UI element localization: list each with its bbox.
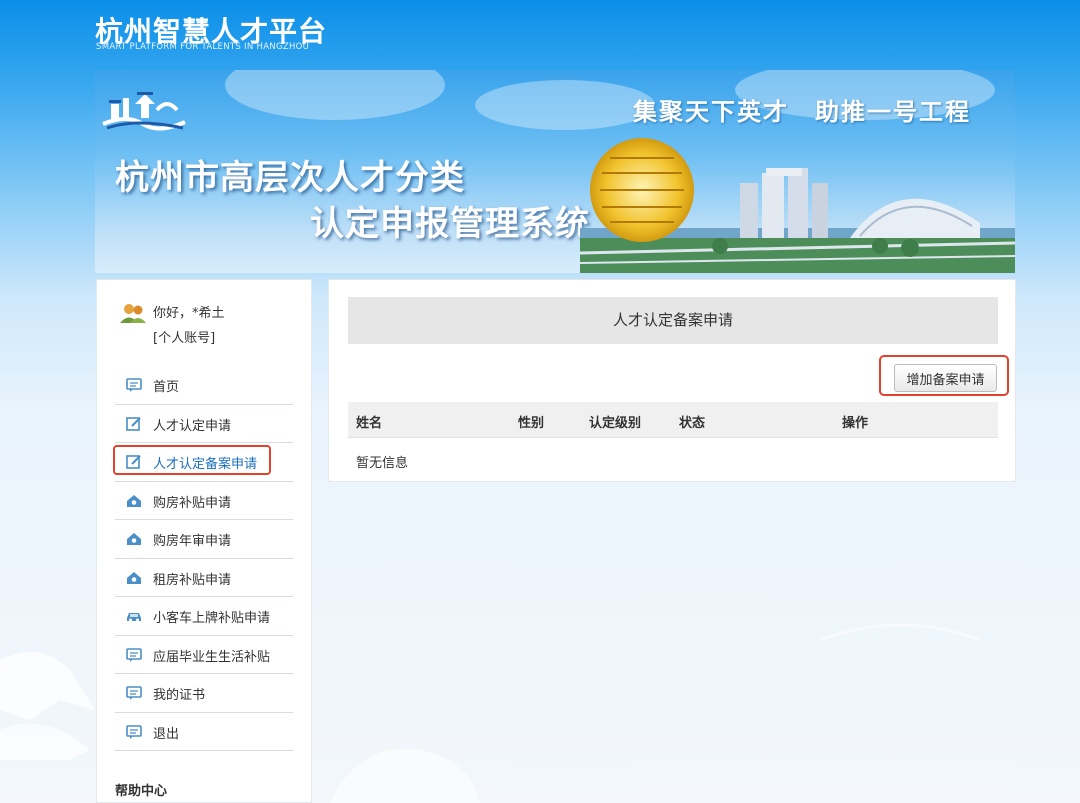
sidebar-item-my-certificates[interactable]: 我的证书 bbox=[115, 674, 293, 713]
sidebar-item-label: 应届毕业生生活补贴 bbox=[153, 649, 271, 665]
sidebar-item-car-plate-subsidy[interactable]: 小客车上牌补贴申请 bbox=[115, 597, 293, 636]
sidebar-item-house-purchase-subsidy[interactable]: 购房补贴申请 bbox=[115, 482, 293, 520]
hero-banner: 集聚天下英才 助推一号工程 杭州市高层次人才分类 认定申报管理系统 bbox=[95, 70, 1015, 273]
banner-title-line1: 杭州市高层次人才分类 bbox=[115, 158, 465, 198]
banner-slogan: 集聚天下英才 助推一号工程 bbox=[633, 97, 971, 126]
highlight-annotation-active-item bbox=[113, 445, 271, 475]
edit-icon bbox=[126, 416, 141, 431]
house-icon bbox=[127, 571, 141, 584]
sidebar-item-label: 购房补贴申请 bbox=[153, 495, 232, 511]
message-icon bbox=[126, 647, 142, 662]
sidebar: 你好，*希土 [个人账号] 首页 人才认定申请 人才认定备案申请 购房补贴申请 … bbox=[96, 279, 312, 803]
sidebar-item-logout[interactable]: 退出 bbox=[115, 713, 293, 751]
house-icon bbox=[127, 494, 141, 507]
top-bar: 杭州智慧人才平台 SMART PLATFORM FOR TALENTS IN H… bbox=[0, 0, 1080, 70]
column-header-actions: 操作 bbox=[842, 416, 869, 431]
user-greeting: 你好，*希土 bbox=[153, 306, 225, 321]
column-header-gender: 性别 bbox=[518, 416, 545, 431]
sidebar-item-graduate-subsidy[interactable]: 应届毕业生生活补贴 bbox=[115, 636, 293, 674]
empty-table-message: 暂无信息 bbox=[356, 456, 409, 471]
help-center-heading: 帮助中心 bbox=[115, 784, 168, 799]
highlight-annotation-add-button bbox=[879, 355, 1009, 396]
column-header-status: 状态 bbox=[679, 416, 706, 431]
page-title: 人才认定备案申请 bbox=[348, 297, 998, 344]
sidebar-item-home[interactable]: 首页 bbox=[115, 366, 293, 405]
sidebar-item-label: 我的证书 bbox=[153, 688, 206, 703]
message-icon bbox=[126, 724, 142, 739]
house-icon bbox=[127, 533, 141, 545]
message-icon bbox=[126, 378, 142, 392]
sidebar-item-label: 购房年审申请 bbox=[153, 534, 232, 549]
account-link[interactable]: [个人账号] bbox=[153, 327, 215, 346]
banner-title-line2: 认定申报管理系统 bbox=[310, 204, 590, 244]
user-avatar-icon bbox=[120, 304, 146, 323]
sidebar-item-label: 租房补贴申请 bbox=[153, 572, 232, 588]
sidebar-item-label: 人才认定申请 bbox=[153, 418, 232, 434]
sidebar-item-label: 小客车上牌补贴申请 bbox=[153, 611, 271, 626]
sidebar-item-label: 退出 bbox=[153, 726, 180, 742]
sidebar-item-talent-certification[interactable]: 人才认定申请 bbox=[115, 405, 293, 443]
column-header-level: 认定级别 bbox=[589, 416, 642, 431]
sidebar-item-house-annual-review[interactable]: 购房年审申请 bbox=[115, 520, 293, 559]
sidebar-item-label: 首页 bbox=[153, 380, 180, 395]
column-header-name: 姓名 bbox=[356, 416, 383, 431]
site-logo-subtitle: SMART PLATFORM FOR TALENTS IN HANGZHOU bbox=[96, 42, 310, 52]
table-header: 姓名 性别 认定级别 状态 操作 bbox=[348, 402, 998, 438]
city-emblem-icon bbox=[102, 92, 186, 131]
car-icon bbox=[127, 613, 141, 622]
sidebar-menu: 首页 人才认定申请 人才认定备案申请 购房补贴申请 购房年审申请 租房补贴申请 … bbox=[115, 366, 293, 751]
sidebar-item-rent-subsidy[interactable]: 租房补贴申请 bbox=[115, 559, 293, 597]
city-skyline-image bbox=[580, 138, 1015, 273]
message-icon bbox=[126, 686, 142, 700]
